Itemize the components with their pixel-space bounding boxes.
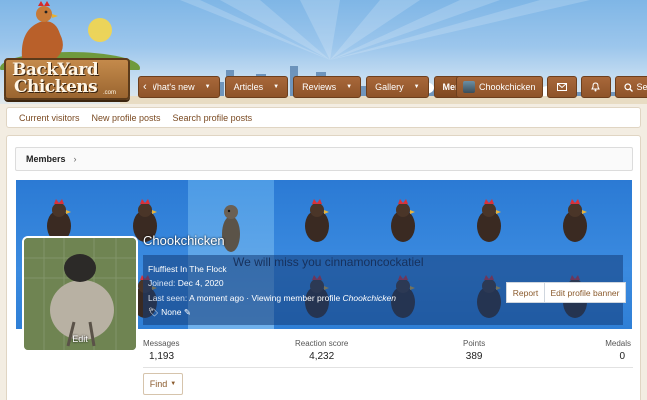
site-header: BackYard Chickens .com ‹ What's new ▼ Ar… <box>0 0 647 104</box>
breadcrumb: Members › <box>15 147 633 171</box>
avatar <box>463 81 475 93</box>
chevron-right-icon: › <box>73 154 77 164</box>
nav-tab-label: Articles <box>233 82 264 92</box>
envelope-icon <box>556 83 567 91</box>
chevron-down-icon[interactable]: ▼ <box>414 84 420 90</box>
nav-tab-label: Gallery <box>375 82 404 92</box>
edit-profile-banner-button[interactable]: Edit profile banner <box>544 282 626 303</box>
logo-text-chickens: Chickens <box>14 77 98 97</box>
profile-last-seen: Last seen: A moment ago · Viewing member… <box>148 293 396 303</box>
nav-tab-whats-new[interactable]: ‹ What's new ▼ <box>138 76 220 98</box>
profile-joined: Joined: Dec 4, 2020 <box>148 278 224 288</box>
stat-value: 1,193 <box>149 351 175 362</box>
find-menu-button[interactable]: Find ▼ <box>143 373 183 395</box>
chevron-down-icon[interactable]: ▼ <box>346 84 352 90</box>
stat-label: Points <box>463 339 486 348</box>
stat-medals[interactable]: Medals 0 <box>605 339 631 362</box>
stat-value: 389 <box>465 351 483 362</box>
profile-stats: Messages 1,193 Reaction score 4,232 Poin… <box>143 339 633 367</box>
stat-value: 0 <box>619 351 625 362</box>
chevron-down-icon[interactable]: ▼ <box>273 84 279 90</box>
subnav-current-visitors[interactable]: Current visitors <box>19 113 80 123</box>
banner-memorial-text: We will miss you cinnamoncockatiel <box>233 255 424 269</box>
tags-value: None <box>161 307 182 317</box>
account-username: Chookchicken <box>479 82 536 92</box>
inbox-button[interactable] <box>546 76 577 98</box>
logo-text-com: .com <box>103 90 117 96</box>
rooster-image-icon <box>305 199 329 242</box>
stat-reaction-score[interactable]: Reaction score 4,232 <box>295 339 348 362</box>
nav-tab-label: What's new <box>152 82 195 92</box>
chevron-down-icon[interactable]: ▼ <box>205 84 211 90</box>
account-menu-button[interactable]: Chookchicken <box>456 76 543 98</box>
last-seen-value: A moment ago · Viewing member profile <box>189 293 341 303</box>
joined-label: Joined: <box>148 278 176 288</box>
pencil-icon[interactable]: ✎ <box>184 307 191 317</box>
profile-tags: 🏷 None ✎ <box>148 307 191 318</box>
report-label: Report <box>512 287 539 298</box>
search-button[interactable]: Search <box>614 76 647 98</box>
nav-tab-reviews[interactable]: Reviews ▼ <box>293 76 362 98</box>
site-logo[interactable]: BackYard Chickens .com <box>0 0 140 104</box>
joined-date: Dec 4, 2020 <box>177 278 224 288</box>
stat-label: Medals <box>605 339 631 348</box>
report-button[interactable]: Report <box>506 282 544 303</box>
last-seen-label: Last seen: <box>148 293 188 303</box>
profile-username: Chookchicken <box>143 233 225 248</box>
sub-nav: Current visitors New profile posts Searc… <box>6 107 641 128</box>
chevron-down-icon: ▼ <box>170 381 177 387</box>
stat-messages[interactable]: Messages 1,193 <box>143 339 179 362</box>
rooster-image-icon <box>477 199 501 242</box>
main-content: Members › Chookchicken We will miss you … <box>6 135 641 400</box>
profile-user-title: Fluffiest In The Flock <box>148 264 227 274</box>
rooster-image-icon <box>563 199 587 242</box>
nav-tab-articles[interactable]: Articles ▼ <box>224 76 289 98</box>
edit-avatar-label[interactable]: Edit <box>24 334 136 344</box>
rooster-image-icon <box>391 199 415 242</box>
subnav-search-profile-posts[interactable]: Search profile posts <box>173 113 253 123</box>
search-label: Search <box>636 82 647 92</box>
divider <box>143 367 633 368</box>
nav-tab-label: Reviews <box>302 82 337 92</box>
tag-icon: 🏷 <box>148 307 159 317</box>
bell-icon <box>591 82 600 92</box>
stat-points[interactable]: Points 389 <box>463 339 485 362</box>
profile-avatar[interactable]: Edit <box>22 236 138 352</box>
alerts-button[interactable] <box>580 76 611 98</box>
nav-tab-gallery[interactable]: Gallery ▼ <box>366 76 429 98</box>
breadcrumb-members-link[interactable]: Members <box>26 154 66 164</box>
stat-value: 4,232 <box>309 351 335 362</box>
edit-banner-label: Edit profile banner <box>550 287 620 298</box>
find-label: Find <box>149 379 168 389</box>
scroll-left-icon[interactable]: ‹ <box>143 81 147 93</box>
user-nav: Chookchicken Search <box>456 76 647 98</box>
main-nav: ‹ What's new ▼ Articles ▼ Reviews ▼ Gall… <box>138 76 507 98</box>
subnav-new-profile-posts[interactable]: New profile posts <box>92 113 161 123</box>
stat-label: Reaction score <box>295 339 349 348</box>
last-seen-profile-link[interactable]: Chookchicken <box>343 293 396 303</box>
stat-label: Messages <box>143 339 180 348</box>
search-icon <box>623 82 633 92</box>
